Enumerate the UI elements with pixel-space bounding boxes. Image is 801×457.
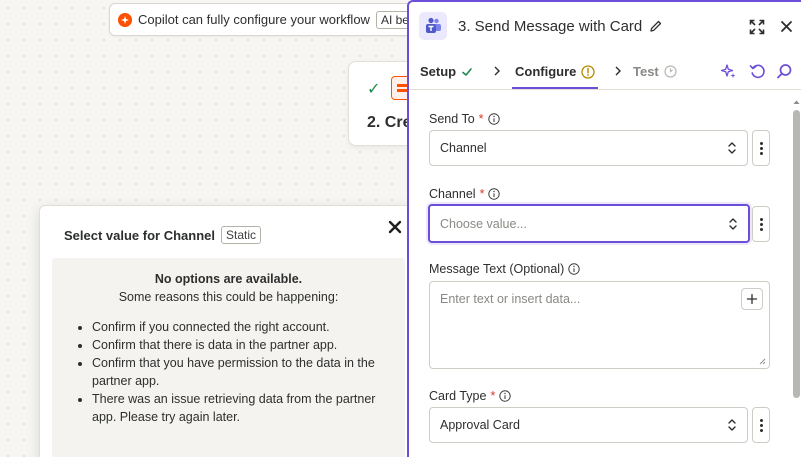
check-icon bbox=[462, 67, 472, 76]
card-type-select[interactable]: Approval Card bbox=[429, 407, 748, 443]
list-item: There was an issue retrieving data from … bbox=[92, 390, 391, 426]
info-icon[interactable] bbox=[488, 188, 501, 200]
required-mark: * bbox=[490, 389, 496, 403]
search-icon[interactable] bbox=[776, 63, 793, 80]
send-to-label: Send To * bbox=[429, 112, 500, 126]
plus-icon bbox=[746, 293, 758, 305]
info-icon[interactable] bbox=[568, 263, 580, 275]
chevron-up-down-icon bbox=[728, 142, 736, 154]
send-to-select[interactable]: Channel bbox=[429, 130, 748, 166]
info-icon[interactable] bbox=[499, 390, 512, 402]
more-vertical-icon bbox=[759, 423, 763, 427]
resize-handle-icon[interactable] bbox=[758, 357, 766, 365]
tab-test[interactable]: Test bbox=[633, 64, 677, 79]
undo-icon[interactable] bbox=[749, 63, 766, 80]
required-mark: * bbox=[478, 112, 484, 126]
step-title: 2. Cre bbox=[367, 114, 412, 131]
static-badge: Static bbox=[221, 226, 262, 244]
chevron-right-icon bbox=[615, 66, 621, 76]
step-config-panel: 3. Send Message with Card Setup Configur… bbox=[407, 0, 801, 457]
list-item: Confirm that you have permission to the … bbox=[92, 354, 391, 390]
reasons-list: Confirm if you connected the right accou… bbox=[66, 318, 391, 426]
close-icon[interactable] bbox=[780, 20, 793, 33]
more-options-button[interactable] bbox=[752, 206, 770, 242]
send-to-value: Channel bbox=[440, 141, 487, 155]
copilot-banner[interactable]: Copilot can fully configure your workflo… bbox=[109, 3, 429, 36]
field-label-text: Channel bbox=[429, 187, 476, 201]
tab-setup[interactable]: Setup bbox=[420, 64, 473, 79]
warning-icon bbox=[581, 64, 596, 79]
popup-title: Select value for Channel bbox=[64, 227, 215, 243]
more-options-button[interactable] bbox=[752, 407, 770, 443]
card-type-label: Card Type * bbox=[429, 389, 512, 403]
panel-title: 3. Send Message with Card bbox=[458, 18, 643, 35]
more-options-button[interactable] bbox=[752, 130, 770, 166]
tab-label: Configure bbox=[515, 64, 577, 79]
field-label-text: Card Type bbox=[429, 389, 487, 403]
chevron-up-down-icon bbox=[728, 419, 736, 431]
empty-state: No options are available. Some reasons t… bbox=[52, 258, 405, 457]
empty-state-title: No options are available. bbox=[154, 272, 303, 286]
list-item: Confirm that there is data in the partne… bbox=[92, 336, 391, 354]
field-label-text: Message Text (Optional) bbox=[429, 262, 565, 276]
chevron-up-down-icon bbox=[729, 217, 737, 230]
tab-label: Setup bbox=[420, 64, 457, 79]
more-vertical-icon bbox=[759, 222, 763, 226]
tabs-row: Setup Configure Test bbox=[409, 54, 801, 90]
copilot-icon bbox=[118, 12, 132, 27]
tab-label: Test bbox=[633, 64, 659, 79]
message-text-input[interactable]: Enter text or insert data... bbox=[429, 281, 770, 369]
card-type-value: Approval Card bbox=[440, 418, 520, 432]
insert-data-button[interactable] bbox=[741, 288, 763, 310]
info-icon[interactable] bbox=[487, 113, 500, 125]
empty-state-subtitle: Some reasons this could be happening: bbox=[118, 290, 339, 304]
field-label-text: Send To bbox=[429, 112, 475, 126]
channel-placeholder: Choose value... bbox=[440, 216, 527, 231]
list-item: Confirm if you connected the right accou… bbox=[92, 318, 391, 336]
chevron-right-icon bbox=[494, 66, 500, 76]
sparkle-icon[interactable] bbox=[720, 63, 737, 80]
scroll-up-icon[interactable] bbox=[792, 98, 801, 106]
required-mark: * bbox=[479, 187, 485, 201]
select-value-popup: Select value for Channel Static No optio… bbox=[39, 205, 419, 457]
message-text-label: Message Text (Optional) bbox=[429, 262, 580, 276]
close-icon[interactable] bbox=[386, 218, 404, 236]
channel-label: Channel * bbox=[429, 187, 501, 201]
active-tab-indicator bbox=[512, 87, 598, 89]
check-icon: ✓ bbox=[367, 81, 381, 98]
scrollbar-thumb[interactable] bbox=[793, 110, 800, 398]
expand-icon[interactable] bbox=[749, 19, 765, 35]
tab-configure[interactable]: Configure bbox=[515, 64, 596, 79]
pencil-icon[interactable] bbox=[649, 19, 663, 33]
timer-icon bbox=[664, 65, 677, 78]
copilot-text: Copilot can fully configure your workflo… bbox=[138, 12, 370, 27]
channel-select[interactable]: Choose value... bbox=[428, 204, 750, 243]
more-vertical-icon bbox=[759, 146, 763, 150]
panel-header: 3. Send Message with Card bbox=[409, 2, 801, 52]
message-text-placeholder: Enter text or insert data... bbox=[440, 292, 581, 306]
popup-title-row: Select value for Channel Static bbox=[64, 226, 262, 244]
teams-app-icon bbox=[419, 12, 447, 40]
